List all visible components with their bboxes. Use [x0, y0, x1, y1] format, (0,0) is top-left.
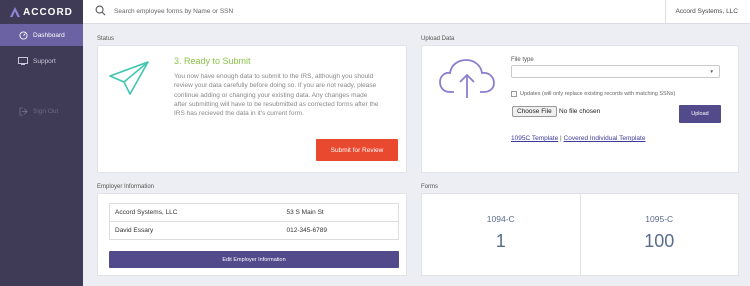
table-row: Accord Systems, LLC 53 S Main St	[109, 203, 399, 222]
app-logo[interactable]: ACCORD	[0, 0, 83, 24]
sidebar-item-dashboard[interactable]: Dashboard	[0, 24, 83, 46]
sidebar-item-label: Dashboard	[33, 31, 65, 39]
upload-section-title: Upload Data	[421, 36, 455, 42]
paper-plane-icon	[109, 61, 149, 95]
updates-checkbox[interactable]	[511, 91, 517, 97]
upload-button[interactable]: Upload	[679, 105, 721, 123]
employer-phone: 012-345-6789	[286, 227, 327, 234]
form-card-1095c[interactable]: 1095-C 100	[579, 194, 739, 275]
support-icon	[18, 56, 28, 66]
brand-name: ACCORD	[23, 6, 73, 18]
form-count: 1	[495, 231, 506, 251]
status-panel: 3. Ready to Submit You now have enough d…	[97, 45, 407, 173]
upload-panel: File type ▼ Updates (will only replace e…	[421, 45, 739, 173]
status-heading: 3. Ready to Submit	[174, 56, 251, 66]
cloud-upload-icon	[439, 59, 495, 98]
employer-address: 53 S Main St	[281, 203, 399, 222]
choose-file-button[interactable]: Choose File	[512, 106, 557, 117]
template-separator: |	[560, 135, 562, 142]
covered-individual-template-link[interactable]: Covered Individual Template	[564, 135, 646, 142]
file-type-label: File type	[511, 57, 534, 63]
employer-contact: David Essary	[115, 227, 154, 234]
search-icon[interactable]	[95, 3, 106, 21]
form-name: 1095-C	[645, 214, 674, 224]
employer-table: Accord Systems, LLC 53 S Main St David E…	[109, 203, 399, 240]
top-bar: Search employee forms by Name or SSN Acc…	[83, 0, 750, 24]
sidebar-item-label: Sign Out	[33, 107, 59, 115]
sidebar: ACCORD Dashboard Support Sign Out	[0, 0, 83, 286]
template-1095c-link[interactable]: 1095C Template	[511, 135, 558, 142]
sidebar-item-label: Support	[33, 57, 56, 65]
company-menu[interactable]: Accord Systems, LLC	[664, 0, 750, 24]
form-count: 100	[644, 231, 675, 251]
sign-out-icon	[18, 106, 28, 116]
sidebar-item-support[interactable]: Support	[0, 50, 83, 72]
forms-panel: 1094-C 1 1095-C 100	[421, 193, 739, 276]
file-type-select[interactable]: ▼	[511, 65, 720, 78]
dashboard-icon	[18, 30, 28, 40]
template-links: 1095C Template | Covered Individual Temp…	[511, 135, 645, 142]
table-row: David Essary 012-345-6789	[110, 222, 399, 240]
updates-option: Updates (will only replace existing reco…	[511, 91, 675, 97]
employer-name: Accord Systems, LLC	[109, 203, 282, 222]
employer-section-title: Employer Information	[97, 184, 155, 190]
updates-label: Updates (will only replace existing reco…	[520, 91, 676, 97]
forms-section-title: Forms	[421, 184, 438, 190]
accord-logo-icon	[10, 7, 20, 17]
edit-employer-button[interactable]: Edit Employer Information	[109, 251, 399, 268]
employer-panel: Accord Systems, LLC 53 S Main St David E…	[97, 193, 407, 276]
sidebar-item-sign-out[interactable]: Sign Out	[0, 100, 83, 122]
status-section-title: Status	[97, 36, 115, 42]
form-name: 1094-C	[486, 214, 515, 224]
status-description: You now have enough data to submit to th…	[174, 73, 379, 118]
search-input[interactable]: Search employee forms by Name or SSN	[114, 8, 665, 15]
chevron-down-icon: ▼	[709, 69, 714, 74]
submit-for-review-button[interactable]: Submit for Review	[316, 139, 398, 161]
form-card-1094c[interactable]: 1094-C 1	[422, 194, 580, 275]
no-file-text: No file chosen	[559, 108, 601, 115]
